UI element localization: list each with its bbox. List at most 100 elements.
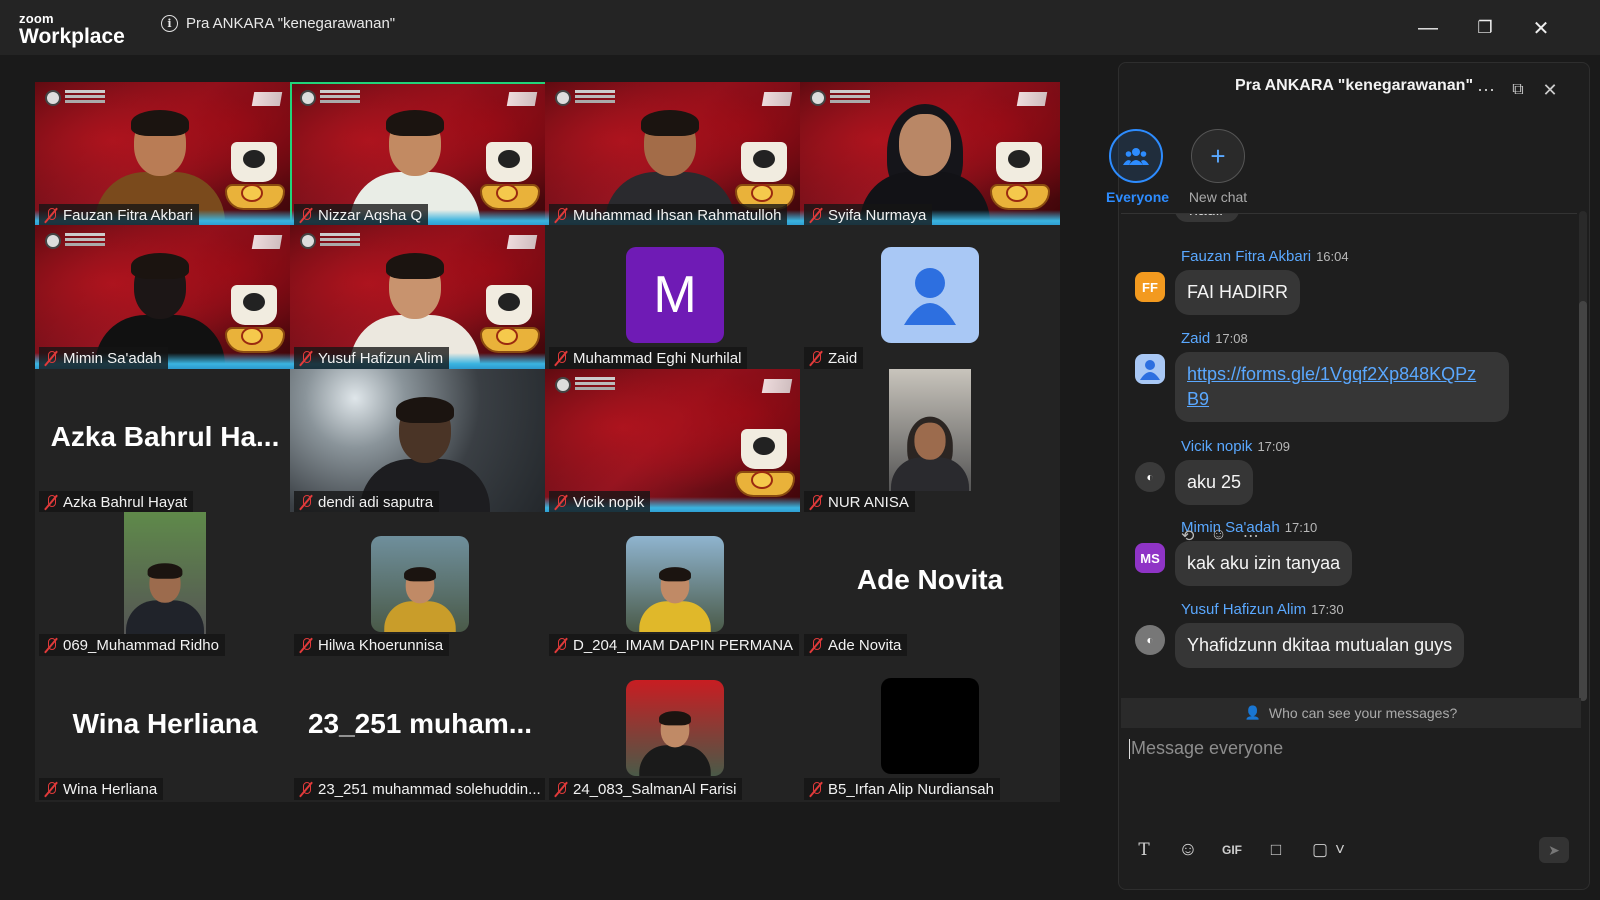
participant-tile[interactable]: Muhammad Ihsan Rahmatulloh [545, 82, 805, 228]
participant-tile[interactable]: Mimin Sa'adah [35, 225, 295, 371]
person-icon: 👤 [1244, 705, 1261, 720]
gif-icon[interactable]: GIF [1221, 839, 1243, 861]
chat-close-icon[interactable]: ✕ [1539, 79, 1561, 101]
participant-tile[interactable]: M Muhammad Eghi Nurhilal [545, 225, 805, 371]
avatar-letter: M [653, 266, 697, 324]
participant-tile[interactable]: 23_251 muham... 23_251 muhammad solehuddi… [290, 656, 550, 802]
message-bubble[interactable]: https://forms.gle/1Vgqf2Xp848KQPz B9 [1175, 352, 1509, 422]
participant-tile[interactable]: Wina Herliana Wina Herliana [35, 656, 295, 802]
message-bubble[interactable]: Yhafidzunn dkitaa mutualan guys [1175, 623, 1465, 668]
chevron-down-icon[interactable]: ˅ [1335, 839, 1345, 861]
minimize-button[interactable]: — [1414, 14, 1442, 42]
participant-tile[interactable]: Azka Bahrul Ha... Azka Bahrul Hayat [35, 369, 295, 515]
chat-panel: Pra ANKARA "kenegarawanan" ⋯ ⧉ ✕ Everyon… [1106, 62, 1590, 890]
ship-graphic [223, 136, 287, 220]
message-input[interactable]: Message everyone [1129, 738, 1569, 760]
participant-display-name: Azka Bahrul Ha... [50, 421, 280, 452]
participant-tile[interactable]: B5_Irfan Alip Nurdiansah [800, 656, 1060, 802]
brand-logo-icon [1016, 92, 1048, 106]
tab-everyone[interactable]: Everyone [1106, 129, 1169, 205]
info-icon[interactable]: i [161, 15, 178, 32]
sender-avatar[interactable]: MS [1135, 543, 1165, 573]
tab-new-chat[interactable]: + New chat [1186, 129, 1250, 205]
participant-photo [626, 680, 724, 776]
participant-display-name: Wina Herliana [72, 708, 258, 739]
participant-tile[interactable]: NUR ANISA [800, 369, 1060, 515]
restore-button[interactable]: ❐ [1471, 14, 1499, 42]
pop-out-icon[interactable]: ⧉ [1507, 79, 1529, 101]
sender-name[interactable]: Yusuf Hafizun Alim [1181, 601, 1306, 618]
participant-nametag: Wina Herliana [39, 778, 164, 800]
participant-photo [626, 536, 724, 632]
message-actions: ⟲ ☺ ⋯ [1181, 526, 1259, 546]
participant-nametag: Syifa Nurmaya [804, 204, 933, 226]
brand-logo-icon [761, 92, 793, 106]
participant-name: Yusuf Hafizun Alim [318, 349, 444, 367]
sender-avatar[interactable]: ◐ [1135, 462, 1165, 492]
participant-photo [889, 369, 971, 491]
send-button[interactable]: ➤ [1539, 837, 1569, 863]
more-actions-icon[interactable]: ⋯ [1243, 526, 1259, 546]
participant-tile[interactable]: 069_Muhammad Ridho [35, 512, 295, 658]
participant-photo [124, 512, 206, 634]
participant-nametag: Azka Bahrul Hayat [39, 491, 194, 513]
participant-name: Hilwa Khoerunnisa [318, 636, 444, 654]
scrollbar-thumb[interactable] [1579, 301, 1587, 701]
mic-muted-icon [300, 350, 312, 366]
participant-tile[interactable]: Hilwa Khoerunnisa [290, 512, 550, 658]
brand-logo-icon [761, 379, 793, 393]
add-reaction-icon[interactable]: ☺ [1210, 526, 1226, 546]
participant-tile[interactable]: 24_083_SalmanAl Farisi [545, 656, 805, 802]
format-text-icon[interactable]: T [1133, 839, 1155, 861]
participant-tile[interactable]: Fauzan Fitra Akbari [35, 82, 295, 228]
message-placeholder: Message everyone [1131, 738, 1284, 758]
who-can-see-banner[interactable]: 👤 Who can see your messages? [1121, 698, 1581, 728]
participant-name: Ade Novita [828, 636, 902, 654]
message-bubble[interactable]: FAI HADIRR [1175, 270, 1301, 315]
participant-nametag: Yusuf Hafizun Alim [294, 347, 450, 369]
mic-muted-icon [300, 637, 312, 653]
meeting-title: Pra ANKARA "kenegarawanan" [186, 15, 396, 32]
reply-icon[interactable]: ⟲ [1181, 526, 1194, 546]
participant-tile[interactable]: D_204_IMAM DAPIN PERMANA [545, 512, 805, 658]
message-meta: Vicik nopik 17:09 [1181, 438, 1290, 455]
sender-name[interactable]: Fauzan Fitra Akbari [1181, 248, 1311, 265]
participant-name: 23_251 muhammad solehuddin... [318, 780, 541, 798]
participant-tile[interactable]: dendi adi saputra [290, 369, 550, 515]
close-icon: ✕ [1532, 17, 1550, 40]
participant-tile[interactable]: Nizzar Aqsha Q [290, 82, 550, 228]
message-list[interactable]: hadir FF Fauzan Fitra Akbari 16:04 FAI HADI… [1121, 213, 1577, 713]
participant-name: D_204_IMAM DAPIN PERMANA [573, 636, 794, 654]
participant-nametag: Mimin Sa'adah [39, 347, 168, 369]
ship-graphic [733, 423, 797, 507]
sender-avatar[interactable] [1135, 354, 1165, 384]
participant-name: Azka Bahrul Hayat [63, 493, 188, 511]
close-button[interactable]: ✕ [1527, 14, 1555, 42]
participant-tile[interactable]: Vicik nopik [545, 369, 805, 515]
mic-muted-icon [555, 350, 567, 366]
screenshot-icon[interactable]: ▢ [1309, 839, 1331, 861]
sender-name[interactable]: Vicik nopik [1181, 438, 1252, 455]
event-logo-text [320, 233, 360, 236]
sender-avatar[interactable]: ◐ [1135, 625, 1165, 655]
title-bar: zoom Workplace i Pra ANKARA "kenegarawan… [0, 0, 1600, 55]
participant-tile[interactable]: Zaid [800, 225, 1060, 371]
event-logo-icon [45, 90, 61, 106]
participant-name: Muhammad Eghi Nurhilal [573, 349, 742, 367]
message-bubble[interactable]: aku 25 [1175, 460, 1254, 505]
mic-muted-icon [45, 494, 57, 510]
message-bubble[interactable]: kak aku izin tanyaa [1175, 541, 1353, 586]
participant-tile[interactable]: Syifa Nurmaya [800, 82, 1060, 228]
participant-tile[interactable]: Yusuf Hafizun Alim [290, 225, 550, 371]
message-link[interactable]: https://forms.gle/1Vgqf2Xp848KQPz B9 [1187, 364, 1476, 409]
sender-avatar[interactable]: FF [1135, 272, 1165, 302]
mic-muted-icon [810, 637, 822, 653]
file-icon[interactable]: □ [1265, 839, 1287, 861]
sender-name[interactable]: Zaid [1181, 330, 1210, 347]
meeting-info[interactable]: i Pra ANKARA "kenegarawanan" [161, 15, 395, 32]
more-options-icon[interactable]: ⋯ [1475, 79, 1497, 101]
chat-scrollbar[interactable] [1579, 211, 1587, 701]
participant-tile[interactable]: Ade Novita Ade Novita [800, 512, 1060, 658]
mic-muted-icon [300, 207, 312, 223]
emoji-icon[interactable]: ☺ [1177, 839, 1199, 861]
